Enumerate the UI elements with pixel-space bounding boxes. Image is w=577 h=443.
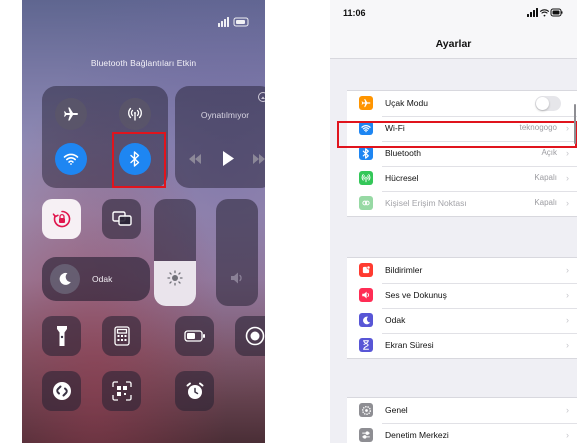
now-playing-module — [175, 86, 265, 188]
orientation-lock-toggle[interactable] — [42, 199, 81, 239]
sounds-icon — [359, 288, 373, 302]
cellular-row[interactable]: Hücresel Kapalı › — [347, 166, 577, 191]
screen-mirroring-icon — [111, 210, 132, 228]
notifications-row[interactable]: Bildirimler › — [347, 258, 577, 283]
chevron-right-icon: › — [566, 315, 569, 325]
control-center-row[interactable]: Denetim Merkezi › — [347, 423, 577, 443]
switch-knob — [536, 97, 549, 110]
brightness-icon — [167, 270, 183, 286]
gear-icon — [359, 403, 373, 417]
chevron-right-icon: › — [566, 340, 569, 350]
general-group: Genel › Denetim Merkezi › — [347, 397, 577, 443]
airplane-icon — [359, 96, 373, 110]
cc-status-bar — [22, 16, 265, 32]
wifi-icon — [63, 152, 79, 166]
speaker-icon — [229, 270, 245, 286]
cellular-label: Hücresel — [385, 173, 419, 183]
music-recognition-button[interactable] — [42, 371, 81, 411]
play-icon[interactable] — [222, 151, 234, 166]
media-controls — [187, 151, 265, 167]
sounds-haptics-label: Ses ve Dokunuş — [385, 290, 447, 300]
flashlight-button[interactable] — [42, 316, 81, 356]
calculator-icon — [113, 326, 130, 346]
chevron-right-icon: › — [566, 430, 569, 440]
bluetooth-icon — [359, 146, 373, 160]
airplay-icon[interactable] — [258, 92, 265, 102]
shazam-icon — [52, 381, 72, 401]
status-icons — [527, 8, 563, 18]
personal-hotspot-status: Kapalı — [534, 198, 557, 207]
control-center-icon — [359, 428, 373, 442]
now-playing-label: Oynatılmıyor — [200, 110, 250, 120]
chevron-right-icon: › — [566, 405, 569, 415]
airplane-mode-label: Uçak Modu — [385, 98, 428, 108]
bluetooth-highlight-box — [112, 132, 166, 188]
wifi-toggle[interactable] — [55, 143, 87, 175]
cellular-data-toggle[interactable] — [119, 98, 151, 130]
flashlight-icon — [56, 325, 68, 347]
alarm-clock-icon — [185, 381, 205, 401]
screen-time-label: Ekran Süresi — [385, 340, 434, 350]
cellular-antenna-icon — [127, 106, 143, 122]
scroll-indicator[interactable] — [574, 104, 576, 144]
qr-code-icon — [111, 381, 132, 401]
airplane-mode-row[interactable]: Uçak Modu — [347, 91, 577, 116]
orientation-lock-icon — [52, 209, 72, 229]
moon-icon — [58, 272, 72, 286]
screen-time-icon — [359, 338, 373, 352]
previous-track-icon[interactable] — [189, 154, 201, 164]
connectivity-group: Uçak Modu Wi-Fi teknogogo › Bluetooth Aç… — [347, 90, 577, 217]
settings-navigation-bar: 11:06 Ayarlar — [330, 0, 577, 59]
control-center-label: Denetim Merkezi — [385, 430, 449, 440]
brightness-slider[interactable] — [154, 199, 196, 306]
screen-time-row[interactable]: Ekran Süresi › — [347, 333, 577, 358]
notifications-group: Bildirimler › Ses ve Dokunuş › Odak › Ek… — [347, 257, 577, 359]
hotspot-icon — [359, 196, 373, 210]
notifications-icon — [359, 263, 373, 277]
focus-label: Odak — [92, 274, 113, 284]
screen-mirroring-button[interactable] — [102, 199, 141, 239]
screen-recording-button[interactable] — [235, 316, 265, 356]
chevron-right-icon: › — [566, 148, 569, 158]
low-power-mode-button[interactable] — [175, 316, 214, 356]
focus-button[interactable]: Odak — [42, 257, 150, 301]
focus-icon — [359, 313, 373, 327]
record-icon — [245, 326, 265, 346]
volume-slider[interactable] — [216, 199, 258, 306]
status-time: 11:06 — [343, 8, 366, 18]
airplane-mode-toggle[interactable] — [55, 98, 87, 130]
airplane-icon — [63, 106, 79, 122]
next-track-icon[interactable] — [253, 154, 265, 164]
chevron-right-icon: › — [566, 290, 569, 300]
focus-icon-circle — [50, 264, 80, 294]
personal-hotspot-label: Kişisel Erişim Noktası — [385, 198, 467, 208]
chevron-right-icon: › — [566, 198, 569, 208]
wifi-highlight-box — [337, 121, 577, 148]
bluetooth-banner: Bluetooth Bağlantıları Etkin — [90, 58, 197, 68]
alarm-button[interactable] — [175, 371, 214, 411]
bluetooth-status: Açık — [541, 148, 557, 157]
focus-row[interactable]: Odak › — [347, 308, 577, 333]
cellular-icon — [359, 171, 373, 185]
chevron-right-icon: › — [566, 265, 569, 275]
battery-icon — [183, 330, 206, 342]
airplane-mode-switch[interactable] — [535, 96, 561, 111]
general-label: Genel — [385, 405, 408, 415]
general-row[interactable]: Genel › — [347, 398, 577, 423]
cellular-status: Kapalı — [534, 173, 557, 182]
calculator-button[interactable] — [102, 316, 141, 356]
focus-label: Odak — [385, 315, 406, 325]
notifications-label: Bildirimler — [385, 265, 423, 275]
settings-title: Ayarlar — [435, 38, 472, 50]
control-center-screenshot: Bluetooth Bağlantıları Etkin Oynatılmıyo… — [22, 0, 265, 443]
code-scanner-button[interactable] — [102, 371, 141, 411]
settings-screenshot: 11:06 Ayarlar Uçak Modu Wi-Fi teknogogo … — [330, 0, 577, 443]
personal-hotspot-row[interactable]: Kişisel Erişim Noktası Kapalı › — [347, 191, 577, 216]
sounds-haptics-row[interactable]: Ses ve Dokunuş › — [347, 283, 577, 308]
chevron-right-icon: › — [566, 173, 569, 183]
bluetooth-label: Bluetooth — [385, 148, 421, 158]
